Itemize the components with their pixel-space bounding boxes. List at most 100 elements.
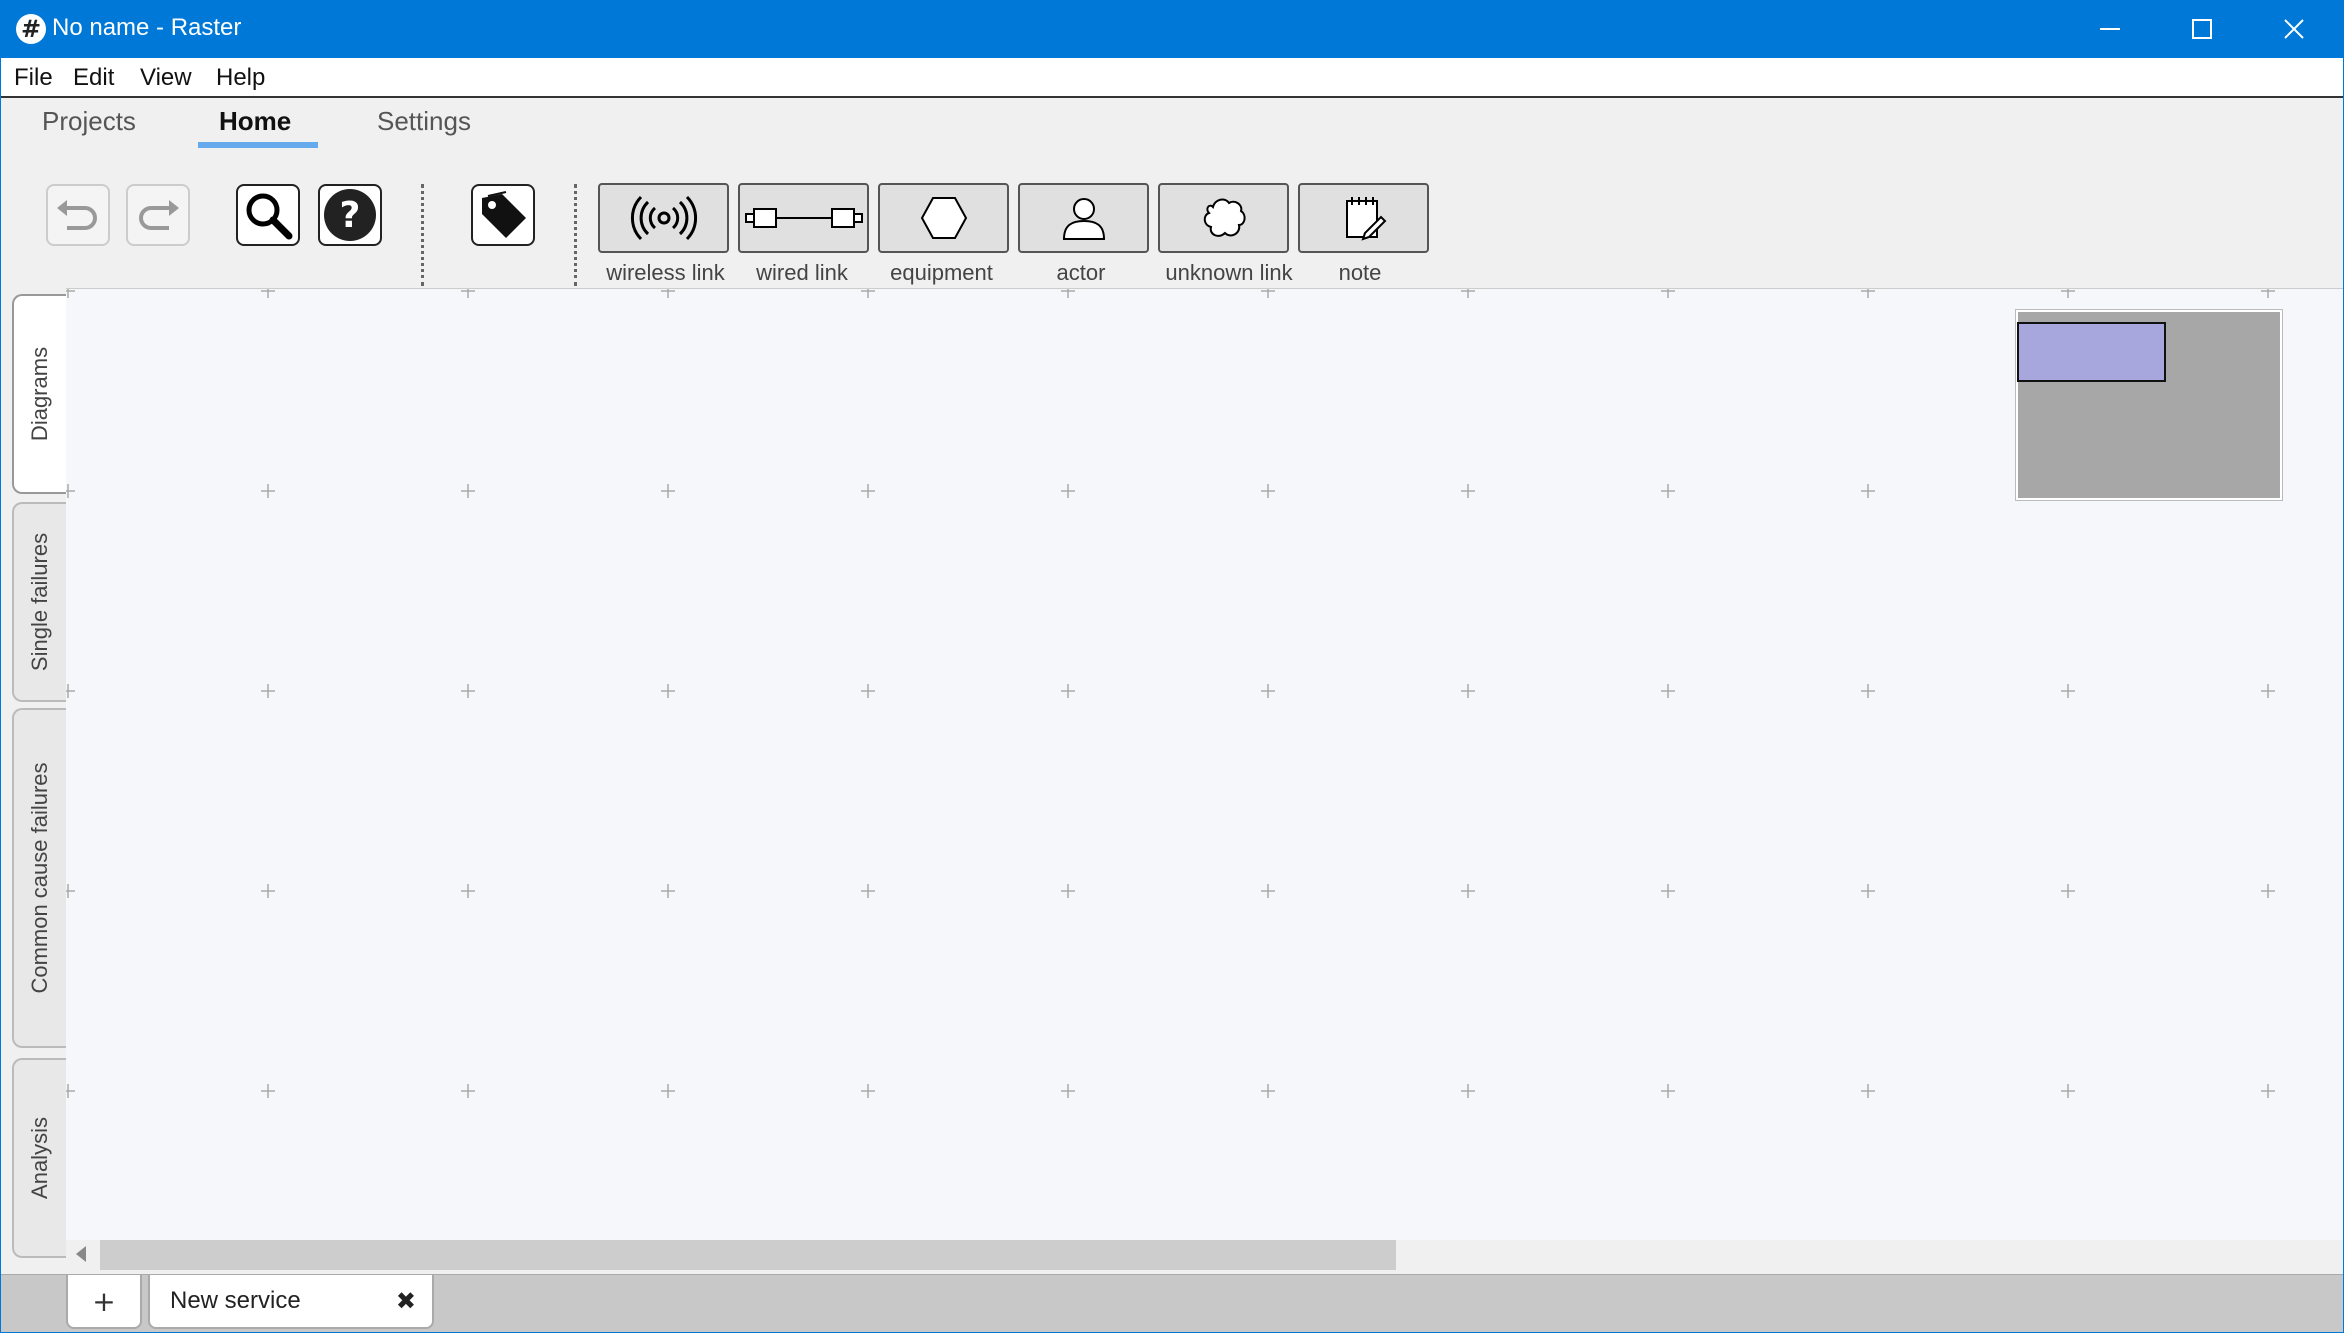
scroll-left-arrow-icon[interactable]: [76, 1246, 86, 1262]
grid-cross: [66, 1084, 75, 1098]
menu-help[interactable]: Help: [216, 64, 265, 92]
search-icon: [246, 193, 293, 240]
grid-cross: [661, 684, 675, 698]
close-window-button[interactable]: [2248, 0, 2340, 58]
wireless-link-label: wireless link: [606, 260, 725, 285]
unknown-link-button[interactable]: [1158, 183, 1289, 253]
grid-cross: [1461, 684, 1475, 698]
wired-link-label: wired link: [756, 260, 848, 285]
toolbar-separator: [574, 184, 577, 286]
grid-cross: [1861, 884, 1875, 898]
equipment-label: equipment: [890, 260, 993, 285]
note-button[interactable]: [1298, 183, 1429, 253]
grid-cross: [1461, 289, 1475, 298]
grid-cross: [1461, 484, 1475, 498]
document-tab[interactable]: New service ✖: [148, 1275, 434, 1329]
side-tab-bar: Diagrams Single failures Common cause fa…: [0, 288, 66, 1268]
grid-cross: [861, 289, 875, 298]
toolbar-separator: [421, 184, 424, 286]
grid-cross: [1661, 1084, 1675, 1098]
side-tab-label: Single failures: [27, 532, 52, 672]
grid-cross: [661, 1084, 675, 1098]
grid-cross: [861, 1084, 875, 1098]
side-tab-diagrams[interactable]: Diagrams: [12, 294, 66, 494]
grid-cross: [1061, 684, 1075, 698]
unknown-link-label: unknown link: [1165, 260, 1293, 285]
equipment-button[interactable]: [878, 183, 1009, 253]
grid-cross: [66, 884, 75, 898]
tab-projects[interactable]: Projects: [42, 106, 136, 137]
grid-cross: [2061, 1084, 2075, 1098]
grid-cross: [1661, 884, 1675, 898]
maximize-icon: [2192, 19, 2212, 39]
person-icon: [1062, 198, 1105, 240]
maximize-button[interactable]: [2156, 0, 2248, 58]
grid-cross: [461, 484, 475, 498]
grid-cross: [66, 484, 75, 498]
grid-cross: [261, 684, 275, 698]
side-tab-common-cause-failures[interactable]: Common cause failures: [12, 708, 66, 1048]
menu-view[interactable]: View: [140, 64, 192, 92]
tag-icon: [482, 191, 526, 238]
scrollbar-thumb[interactable]: [100, 1240, 1396, 1270]
horizontal-scrollbar[interactable]: [66, 1240, 2344, 1274]
redo-button[interactable]: [126, 184, 190, 246]
note-edit-icon: [1345, 197, 1386, 241]
wireless-link-button[interactable]: [598, 183, 729, 253]
add-tab-button[interactable]: +: [66, 1275, 142, 1329]
side-tab-label: Analysis: [27, 1117, 52, 1199]
tag-button[interactable]: [471, 184, 535, 246]
search-button[interactable]: [236, 184, 300, 246]
minimap-viewport[interactable]: [2017, 322, 2166, 382]
active-tab-indicator: [198, 142, 318, 148]
tab-home[interactable]: Home: [219, 106, 291, 137]
grid-cross: [1861, 684, 1875, 698]
bottom-tab-bar: + New service ✖: [0, 1274, 2344, 1333]
grid-cross: [2061, 289, 2075, 298]
wireless-icon: [630, 195, 697, 241]
grid-cross: [66, 289, 75, 298]
wired-link-button[interactable]: [738, 183, 869, 253]
redo-icon: [139, 200, 179, 230]
title-bar: # No name - Raster: [0, 0, 2344, 58]
menu-file[interactable]: File: [14, 64, 53, 92]
grid-cross: [1261, 484, 1275, 498]
grid-cross: [2061, 884, 2075, 898]
grid-cross: [2261, 884, 2275, 898]
close-tab-icon[interactable]: ✖: [396, 1287, 416, 1315]
grid-cross: [2261, 289, 2275, 298]
grid-cross: [1061, 884, 1075, 898]
canvas-grid: [66, 289, 2275, 1098]
actor-label: actor: [1056, 260, 1106, 285]
menu-bar: File Edit View Help: [0, 58, 2344, 98]
undo-button[interactable]: [46, 184, 110, 246]
grid-cross: [461, 289, 475, 298]
diagram-canvas[interactable]: [66, 288, 2344, 1240]
side-tab-single-failures[interactable]: Single failures: [12, 502, 66, 702]
grid-cross: [861, 684, 875, 698]
grid-cross: [661, 884, 675, 898]
grid-cross: [861, 484, 875, 498]
grid-cross: [1861, 1084, 1875, 1098]
grid-cross: [661, 484, 675, 498]
grid-cross: [1261, 884, 1275, 898]
actor-button[interactable]: [1018, 183, 1149, 253]
close-icon: [2284, 19, 2304, 39]
side-tab-analysis[interactable]: Analysis: [12, 1058, 66, 1258]
hexagon-icon: [920, 197, 967, 239]
side-tab-label: Common cause failures: [27, 762, 52, 994]
grid-cross: [261, 484, 275, 498]
grid-cross: [661, 289, 675, 298]
grid-cross: [1861, 289, 1875, 298]
undo-icon: [57, 200, 97, 230]
app-icon: #: [16, 14, 46, 44]
minimize-icon: [2100, 28, 2120, 30]
cloud-icon: [1203, 198, 1246, 237]
grid-cross: [1061, 289, 1075, 298]
tab-settings[interactable]: Settings: [377, 106, 471, 137]
grid-cross: [461, 1084, 475, 1098]
menu-edit[interactable]: Edit: [73, 64, 114, 92]
minimize-button[interactable]: [2064, 0, 2156, 58]
side-tab-label: Diagrams: [27, 346, 52, 442]
help-button[interactable]: ?: [318, 184, 382, 246]
